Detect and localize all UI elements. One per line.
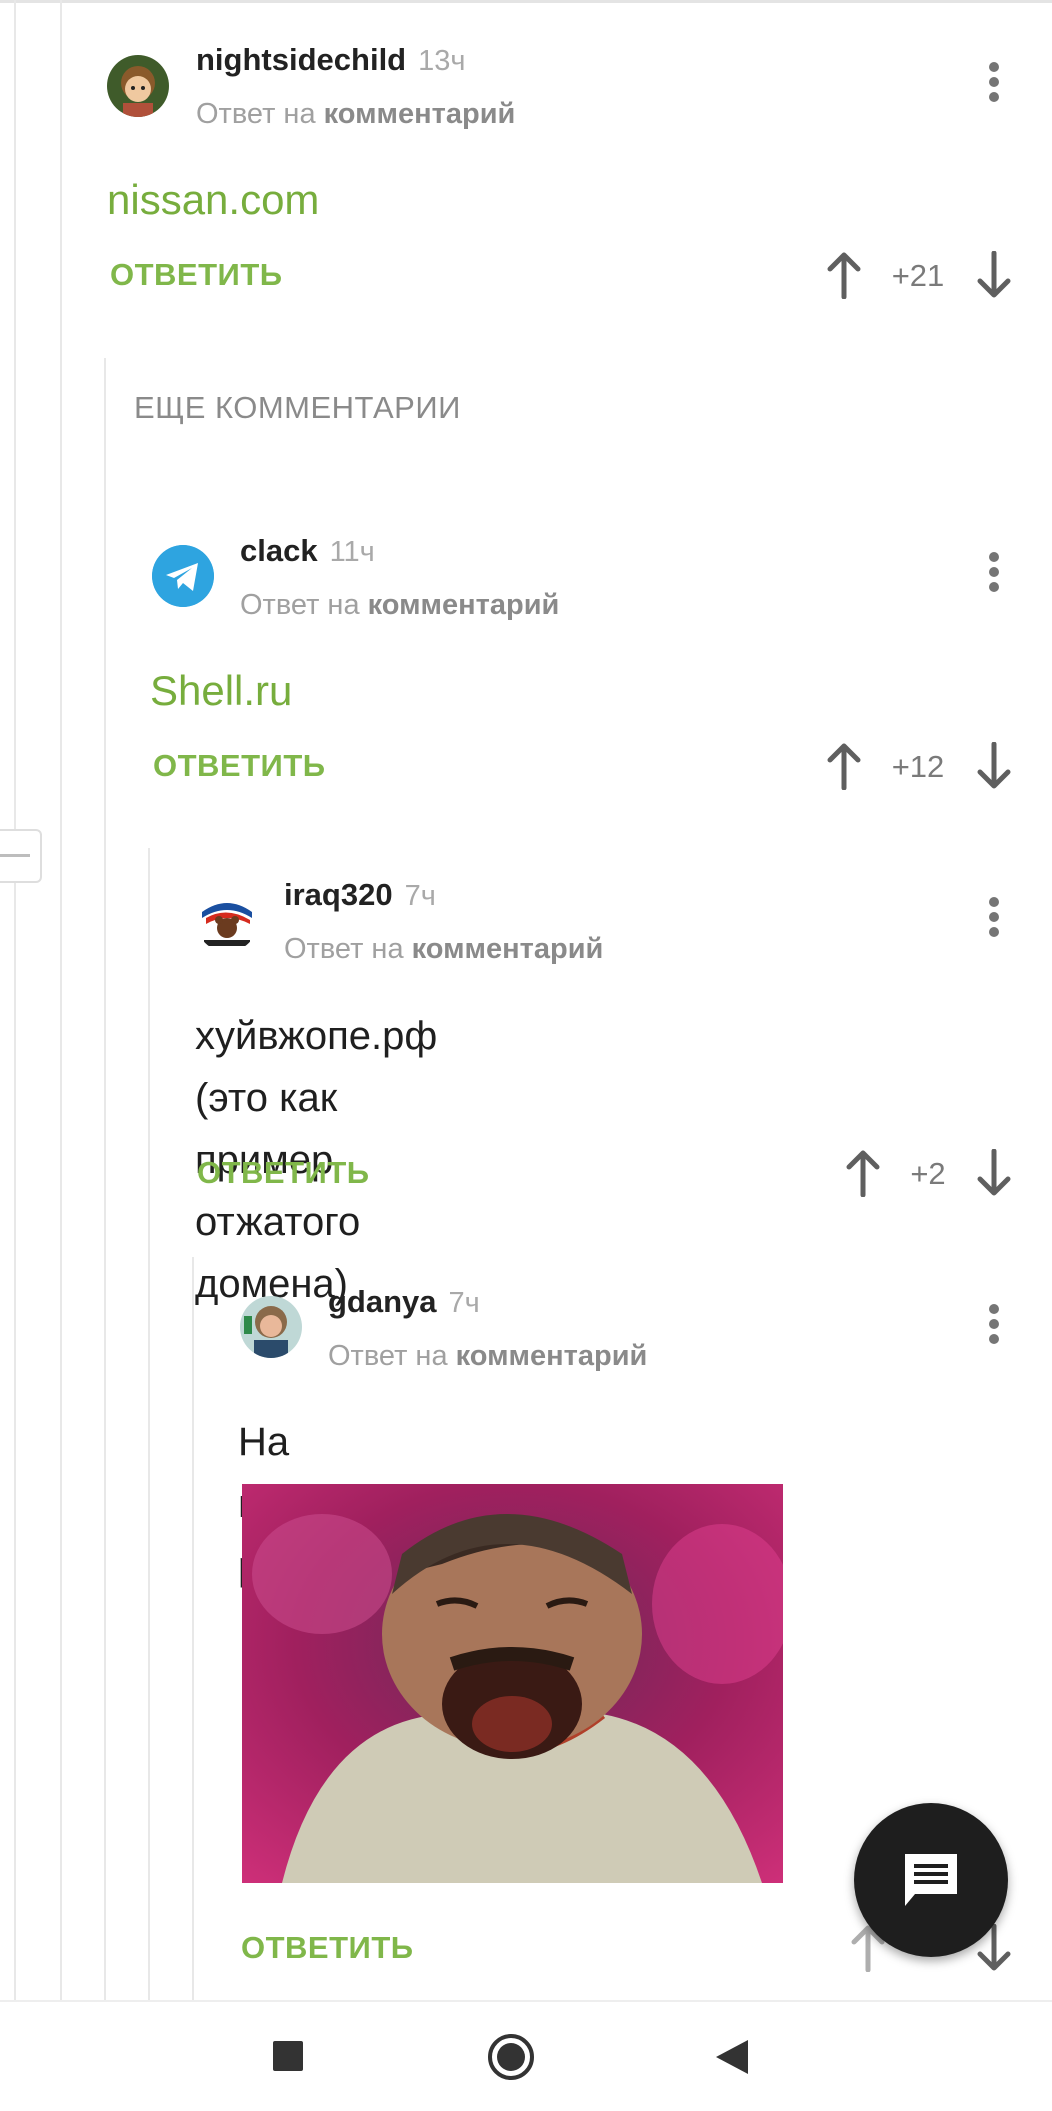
author-name[interactable]: clack	[240, 533, 318, 568]
author-name[interactable]: nightsidechild	[196, 42, 406, 77]
more-comments-link[interactable]: ЕЩЕ КОММЕНТАРИИ	[134, 390, 461, 426]
top-divider	[0, 0, 1052, 3]
comment-link[interactable]: nissan.com	[107, 176, 319, 224]
thread-line	[14, 0, 16, 2000]
reply-to-link[interactable]: комментарий	[324, 98, 516, 130]
circle-icon[interactable]	[486, 2032, 536, 2082]
vote-score: +21	[891, 258, 945, 293]
avatar[interactable]	[107, 55, 169, 117]
reply-to-line: Ответ на комментарий	[328, 1340, 647, 1373]
reply-to-link[interactable]: комментарий	[412, 933, 604, 965]
arrow-up-icon[interactable]	[824, 251, 864, 299]
avatar[interactable]	[240, 1296, 302, 1358]
reply-to-line: Ответ на комментарий	[240, 589, 559, 622]
triangle-back-icon[interactable]	[714, 2038, 750, 2076]
more-vertical-icon[interactable]	[988, 1304, 1000, 1348]
more-vertical-icon[interactable]	[988, 897, 1000, 941]
system-nav-bar	[0, 2000, 1052, 2111]
reply-button[interactable]: ОТВЕТИТЬ	[241, 1930, 414, 1966]
comment-time: 7ч	[404, 880, 436, 912]
comment-author[interactable]: clack 11ч	[240, 533, 375, 569]
reply-button[interactable]: ОТВЕТИТЬ	[110, 257, 283, 293]
more-vertical-icon[interactable]	[988, 552, 1000, 596]
comment-author[interactable]: iraq320 7ч	[284, 877, 436, 913]
reply-to-line: Ответ на комментарий	[284, 933, 603, 966]
arrow-down-icon[interactable]	[974, 251, 1014, 299]
vote-score: +2	[910, 1156, 946, 1191]
collapse-thread-button[interactable]	[0, 829, 42, 883]
comment-time: 11ч	[329, 536, 375, 568]
reply-to-prefix: Ответ на	[196, 98, 316, 130]
comment-image[interactable]	[242, 1484, 783, 1883]
thread-line	[60, 0, 62, 2000]
reply-to-prefix: Ответ на	[328, 1340, 448, 1372]
arrow-up-icon[interactable]	[824, 742, 864, 790]
more-vertical-icon[interactable]	[988, 62, 1000, 106]
thread-line	[104, 358, 106, 2000]
reply-button[interactable]: ОТВЕТИТЬ	[197, 1155, 370, 1191]
thread-line	[192, 1257, 194, 2000]
comment-fab-button[interactable]	[854, 1803, 1008, 1957]
reply-button[interactable]: ОТВЕТИТЬ	[153, 748, 326, 784]
comment-time: 7ч	[448, 1287, 480, 1319]
vote-score: +12	[891, 749, 945, 784]
thread-line	[148, 848, 150, 2000]
comment-icon	[905, 1854, 957, 1906]
arrow-up-icon[interactable]	[843, 1149, 883, 1197]
reply-to-link[interactable]: комментарий	[368, 589, 560, 621]
comment-link[interactable]: Shell.ru	[150, 667, 292, 715]
author-name[interactable]: gdanya	[328, 1284, 437, 1319]
arrow-down-icon[interactable]	[974, 1149, 1014, 1197]
avatar[interactable]	[196, 890, 258, 952]
reply-to-link[interactable]: комментарий	[456, 1340, 648, 1372]
reply-to-line: Ответ на комментарий	[196, 98, 515, 131]
comment-time: 13ч	[418, 45, 466, 77]
comment-author[interactable]: nightsidechild 13ч	[196, 42, 466, 78]
reply-to-prefix: Ответ на	[284, 933, 404, 965]
author-name[interactable]: iraq320	[284, 877, 393, 912]
reply-to-prefix: Ответ на	[240, 589, 360, 621]
avatar[interactable]	[152, 545, 214, 607]
square-icon[interactable]	[272, 2040, 304, 2072]
comment-author[interactable]: gdanya 7ч	[328, 1284, 480, 1320]
arrow-down-icon[interactable]	[974, 742, 1014, 790]
